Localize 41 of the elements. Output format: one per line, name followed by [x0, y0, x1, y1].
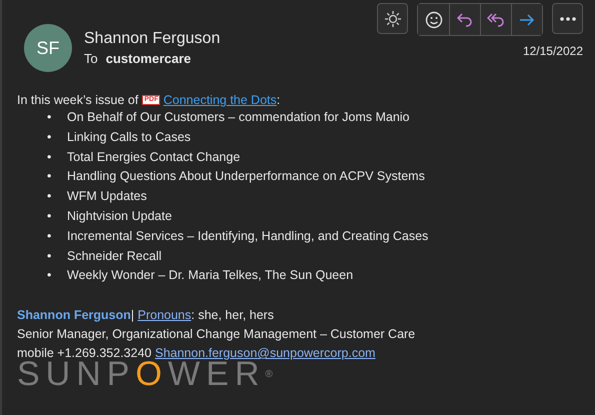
bullet-item: Incremental Services – Identifying, Handling, and Creating Cases	[67, 228, 428, 245]
bullet-marker: •	[47, 248, 52, 265]
reply-all-icon	[487, 10, 505, 28]
reply-icon	[456, 10, 474, 28]
bullet-marker: •	[47, 148, 52, 166]
bullet-item: Schneider Recall	[67, 248, 162, 265]
bullet-marker: •	[47, 228, 52, 245]
recipient: customercare	[106, 51, 192, 66]
bullet-item: Linking Calls to Cases	[67, 128, 191, 146]
issue-link[interactable]: Connecting the Dots	[163, 93, 277, 107]
bullet-item: Nightvision Update	[67, 208, 172, 225]
sender-name: Shannon Ferguson	[84, 30, 220, 48]
sun-icon	[384, 10, 402, 28]
bullet-marker: •	[47, 168, 52, 186]
colon: :	[276, 93, 280, 107]
smiley-icon	[424, 10, 442, 28]
bullet-item: WFM Updates	[67, 188, 147, 206]
separator: |	[130, 308, 134, 322]
date: 12/15/2022	[522, 44, 583, 58]
email-link[interactable]: Shannon.ferguson@sunpowercorp.com	[154, 346, 376, 360]
bullet-item: Weekly Wonder – Dr. Maria Telkes, The Sun Queen	[67, 267, 354, 284]
signature-name: Shannon Ferguson	[17, 308, 131, 322]
more-button[interactable]	[552, 3, 583, 34]
bullet-marker: •	[47, 109, 52, 126]
more-icon	[560, 16, 576, 20]
bullet-item: On Behalf of Our Customers – commendation for Joms Manio	[67, 109, 410, 126]
intro-text: In this week’s issue of	[17, 93, 138, 107]
pronouns-link[interactable]: Pronouns	[138, 308, 192, 322]
sun-button[interactable]	[377, 3, 408, 34]
pronouns-text: : she, her, hers	[191, 308, 274, 322]
job-title: Senior Manager, Organizational Change Management – Customer Care	[17, 326, 416, 344]
bullet-marker: •	[47, 267, 52, 284]
bullet-marker: •	[47, 128, 52, 146]
bullet-item: Handling Questions About Underperformance on ACPV Systems	[67, 168, 425, 186]
to-label: To	[84, 51, 98, 66]
bullet-marker: •	[47, 208, 52, 225]
forward-button[interactable]	[511, 4, 542, 35]
mobile-number: mobile +1.269.352.3240	[17, 346, 152, 360]
bullet-marker: •	[47, 188, 52, 206]
avatar: SF	[24, 24, 72, 72]
bullet-item: Total Energies Contact Change	[67, 148, 240, 166]
